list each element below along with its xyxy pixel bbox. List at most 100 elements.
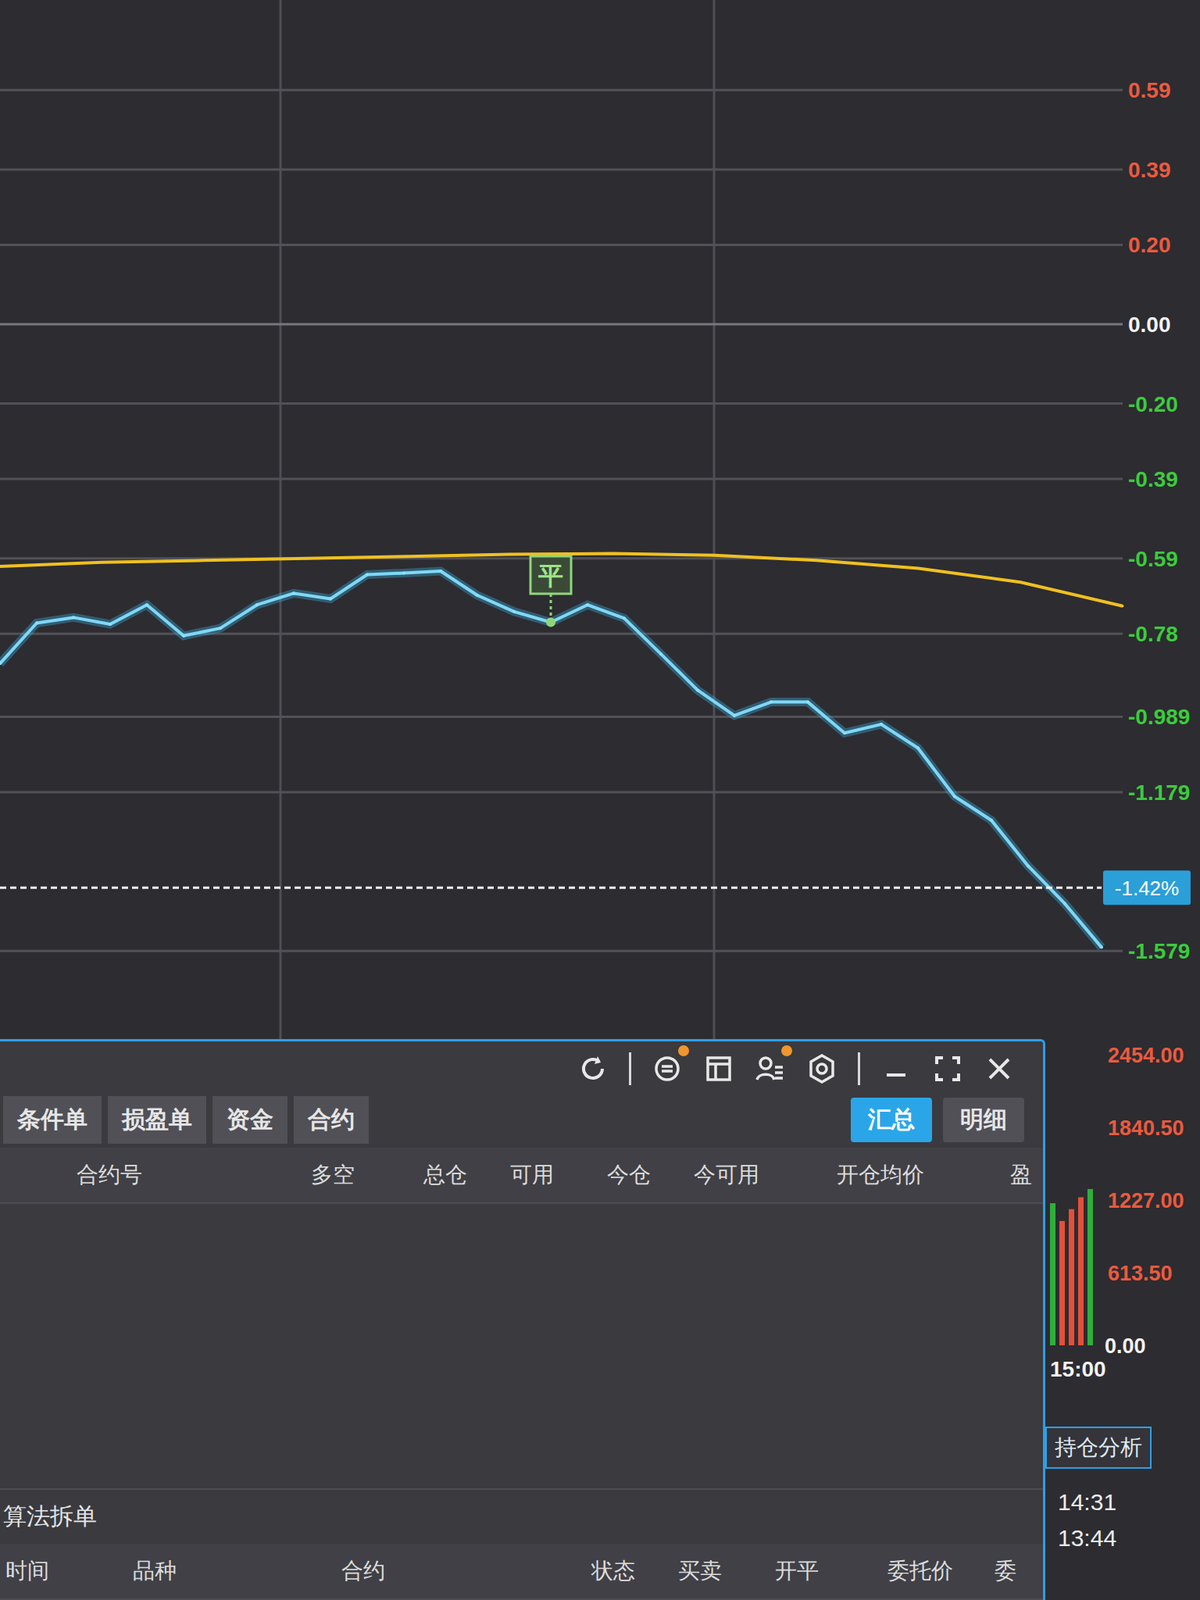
column-header[interactable]: 今仓 [607,1160,694,1190]
price-point [806,700,810,704]
axis-tick: 0.39 [1128,157,1172,183]
average-point [815,559,818,562]
price-point [439,569,443,573]
settings-button[interactable] [806,1053,838,1085]
axis-tick: -0.20 [1128,392,1179,417]
price-point [953,795,957,799]
users-icon [754,1053,786,1085]
refresh-button[interactable] [577,1053,609,1085]
column-header[interactable]: 状态 [591,1556,679,1586]
price-point [71,615,75,619]
average-line [0,553,1123,607]
average-point [0,564,2,568]
price-point [879,722,883,726]
price-point [402,571,406,575]
positions-body [0,1203,1043,1489]
price-point [1063,902,1067,906]
axis-tick: -0.989 [1128,704,1190,729]
grid-line [0,478,1123,481]
price-point [585,603,590,607]
average-point [100,560,104,564]
minimize-button[interactable] [880,1053,912,1085]
price-point [365,573,369,577]
column-header[interactable]: 买卖 [678,1556,775,1586]
trade-marker[interactable]: 平 [530,556,572,628]
average-point [1121,604,1125,608]
column-header[interactable]: 合约号 [76,1160,311,1190]
average-point [1019,581,1022,584]
column-header[interactable]: 可用 [510,1160,608,1190]
price-point [0,661,2,665]
price-point [732,714,736,718]
column-header[interactable]: 开仓均价 [836,1160,1011,1190]
panel-tab[interactable]: 资金 [212,1096,288,1144]
average-point [917,567,920,570]
notification-badge [781,1045,793,1057]
position-analysis-button[interactable]: 持仓分析 [1045,1426,1152,1469]
toolbar-separator [857,1052,861,1086]
panel-toolbar [0,1041,1043,1093]
volume-bar [1078,1197,1084,1346]
grid-line [0,243,1123,247]
panel-tab[interactable]: 合约 [293,1096,369,1144]
grid-line [0,715,1123,718]
layout-button[interactable] [703,1053,735,1085]
column-header[interactable]: 开平 [775,1556,888,1586]
average-point [610,552,614,555]
view-toggle[interactable]: 汇总 [850,1097,933,1143]
column-header[interactable]: 委托价 [887,1556,995,1586]
axis-time: 15:00 [1050,1357,1107,1382]
price-point [1026,864,1030,868]
column-header[interactable]: 品种 [132,1556,342,1586]
price-point [108,622,112,626]
price-line [0,571,1102,948]
marker-label: 平 [537,561,564,590]
toolbar-separator [628,1052,632,1086]
column-header[interactable]: 今可用 [693,1160,837,1190]
column-header[interactable]: 盈 [1010,1160,1043,1190]
users-button[interactable] [754,1053,786,1085]
axis-tick: -1.579 [1128,939,1190,964]
positions-panel: 条件单损盈单资金合约 汇总明细 合约号多空总仓可用今仓今可用开仓均价盈 算法拆单… [0,1039,1046,1600]
order-time: 14:31 [1045,1484,1200,1521]
volume-bar [1068,1209,1075,1346]
panel-tab[interactable]: 损盈单 [107,1096,207,1144]
price-point [475,593,479,597]
marker-dot [546,617,556,628]
grid-line [0,89,1123,92]
notification-badge [678,1045,690,1057]
view-toggle[interactable]: 明细 [942,1097,1025,1143]
price-point [1100,946,1104,950]
price-point [512,610,516,614]
column-header[interactable]: 时间 [5,1556,133,1586]
maximize-icon [932,1053,964,1085]
volume-tick: 613.50 [1107,1261,1173,1286]
marker-box [530,556,572,594]
column-header[interactable]: 总仓 [423,1160,511,1190]
minimize-icon [880,1053,912,1085]
reference-badge [1103,870,1191,905]
column-header[interactable]: 多空 [310,1160,424,1190]
order-time: 13:44 [1045,1520,1200,1557]
axis-tick: 0.00 [1128,312,1172,337]
panel-tab[interactable]: 条件单 [3,1096,102,1144]
volume-chart: 2454.001840.501227.00613.500.0015:00 [1045,1039,1200,1383]
price-point [622,616,626,620]
price-point [696,688,700,692]
section-title[interactable]: 算法拆单 [0,1488,1043,1544]
axis-tick: -0.39 [1128,467,1179,492]
axis-tick: 0.20 [1128,232,1172,258]
price-point [328,597,333,601]
close-button[interactable] [983,1053,1015,1085]
column-header[interactable]: 委 [994,1556,1043,1586]
maximize-button[interactable] [932,1053,964,1085]
price-point [659,652,663,656]
grid-line [0,632,1123,636]
grid-line [0,323,1123,326]
price-point [255,603,259,607]
notice-button[interactable] [651,1053,683,1085]
price-point [218,626,222,630]
volume-tick: 1840.50 [1107,1116,1185,1140]
column-header[interactable]: 合约 [341,1556,592,1586]
average-point [407,555,410,558]
